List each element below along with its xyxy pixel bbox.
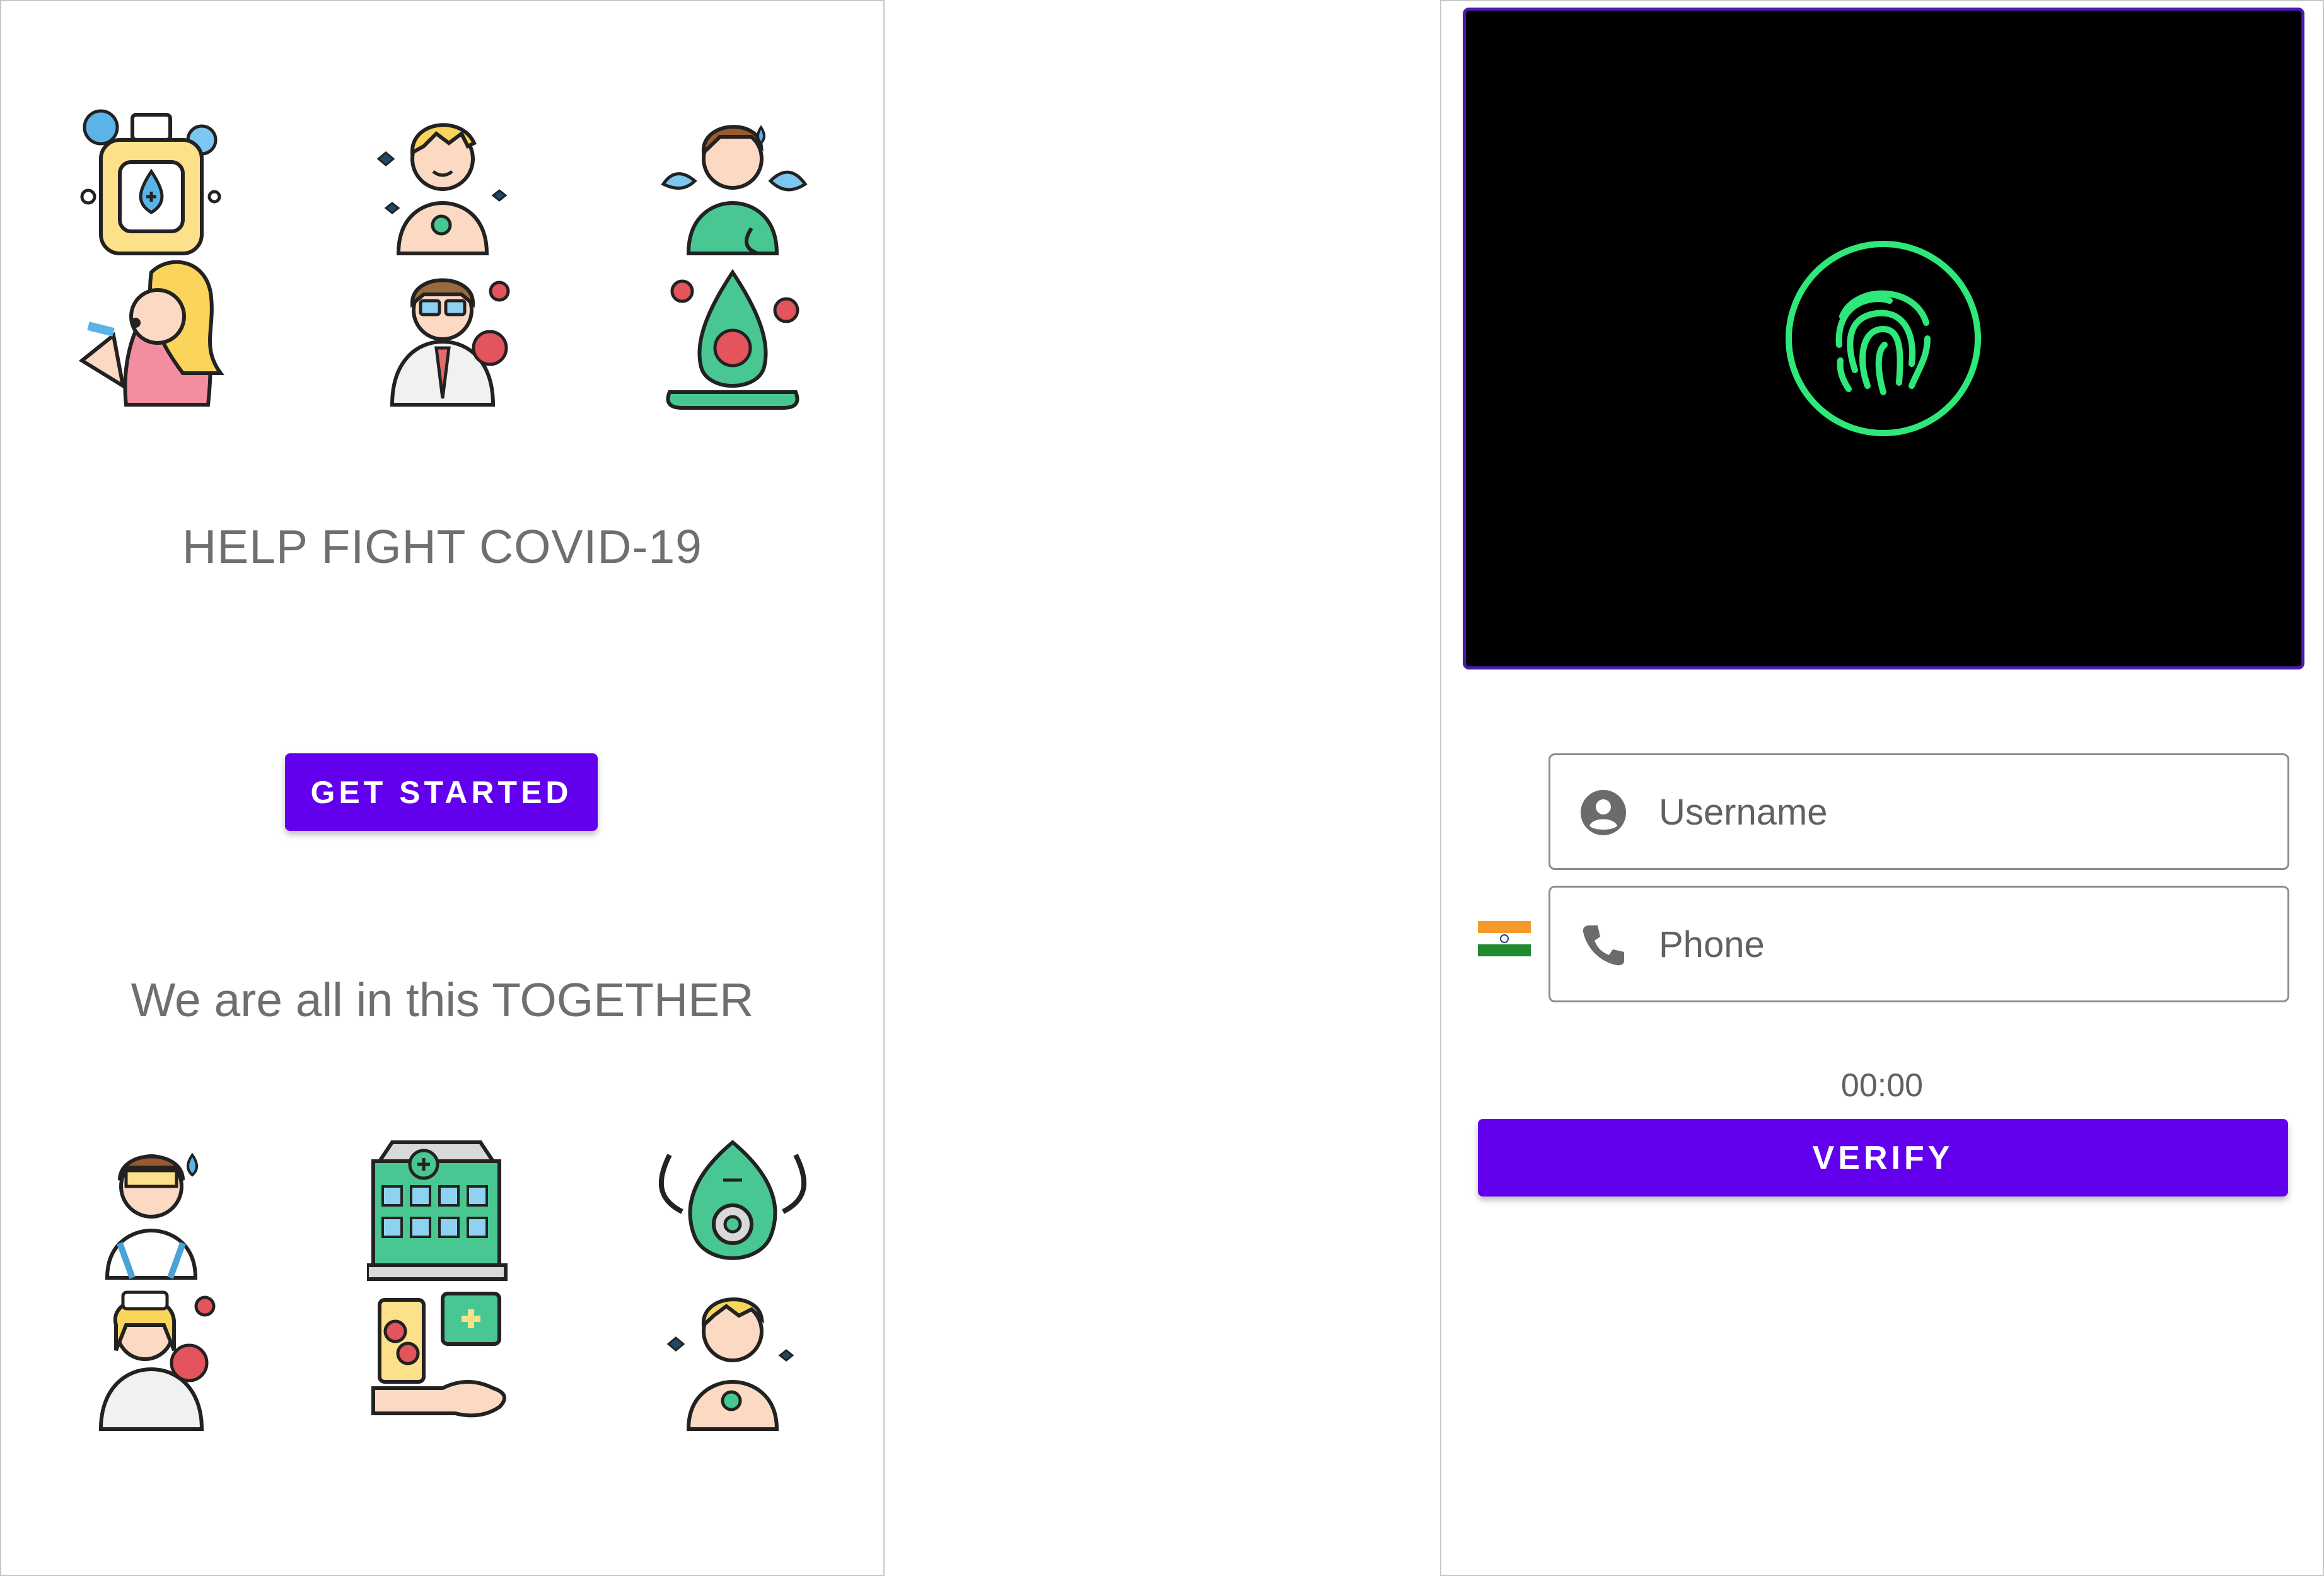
get-started-button[interactable]: GET STARTED	[285, 753, 598, 831]
fever-man-and-nurse-illustration	[76, 1136, 227, 1432]
onboarding-screen: HELP FIGHT COVID-19 GET STARTED We are a…	[0, 0, 885, 1576]
coughing-man-and-virus-drop-illustration	[657, 108, 808, 411]
sick-man-and-doctor-illustration	[367, 108, 518, 411]
tagline: We are all in this TOGETHER	[131, 973, 754, 1026]
hospital-and-transfusion-illustration	[367, 1136, 518, 1432]
mask-and-sick-man-illustration	[657, 1136, 808, 1432]
sanitizer-and-cough-illustration	[76, 108, 227, 411]
phone-input[interactable]	[1659, 913, 2226, 976]
username-field[interactable]	[1548, 753, 2289, 870]
phone-field[interactable]	[1548, 886, 2289, 1002]
verify-button[interactable]: VERIFY	[1478, 1119, 2288, 1196]
fingerprint-icon[interactable]	[1782, 235, 1984, 443]
username-input[interactable]	[1659, 780, 2226, 843]
login-screen: 00:00 VERIFY	[1440, 0, 2324, 1576]
india-flag-icon[interactable]	[1478, 921, 1531, 956]
phone-icon	[1579, 920, 1628, 970]
headline: HELP FIGHT COVID-19	[182, 520, 702, 573]
account-circle-icon	[1579, 788, 1628, 837]
otp-timer: 00:00	[1840, 1067, 1924, 1104]
fingerprint-scanner[interactable]	[1463, 8, 2304, 669]
